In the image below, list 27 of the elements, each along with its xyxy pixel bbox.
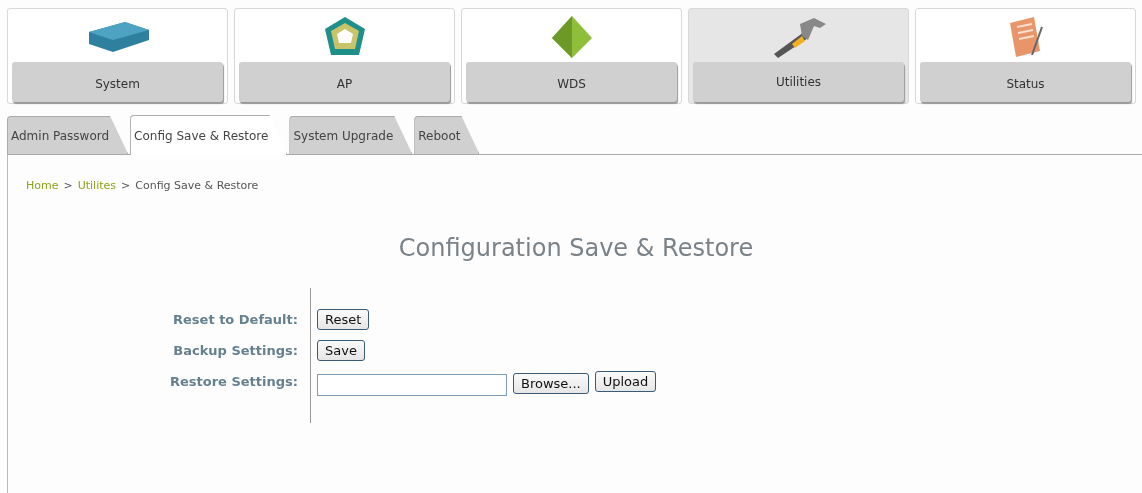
setting-label: Restore Settings:: [26, 366, 311, 423]
tab[interactable]: System Upgrade: [289, 116, 413, 154]
tab[interactable]: Admin Password: [7, 116, 129, 154]
tab[interactable]: Config Save & Restore: [130, 115, 288, 155]
nav-button[interactable]: Status: [920, 62, 1131, 102]
pyramid-icon: [549, 14, 594, 60]
tab[interactable]: Reboot: [414, 116, 480, 154]
action-button[interactable]: Save: [317, 340, 365, 361]
page-title: Configuration Save & Restore: [397, 234, 755, 262]
nav-card[interactable]: System: [7, 8, 228, 104]
nav-card[interactable]: AP: [234, 8, 455, 104]
nav-card[interactable]: Status: [915, 8, 1136, 104]
nav-button[interactable]: AP: [239, 62, 450, 102]
breadcrumb-separator: >: [121, 179, 131, 192]
action-button[interactable]: Upload: [594, 371, 657, 392]
setting-label: Reset to Default:: [26, 288, 311, 335]
file-path-field[interactable]: [317, 373, 507, 396]
browse-button[interactable]: Browse...: [513, 373, 589, 394]
setting-label: Backup Settings:: [26, 335, 311, 366]
breadcrumb-current: Config Save & Restore: [135, 179, 259, 192]
nav-card[interactable]: Utilities: [688, 8, 909, 104]
breadcrumb-separator: >: [63, 179, 73, 192]
nav-card[interactable]: WDS: [461, 8, 682, 104]
nav-button[interactable]: Utilities: [693, 62, 904, 102]
nav-button[interactable]: WDS: [466, 62, 677, 102]
action-button[interactable]: Reset: [317, 309, 370, 330]
nav-button[interactable]: System: [12, 62, 223, 102]
